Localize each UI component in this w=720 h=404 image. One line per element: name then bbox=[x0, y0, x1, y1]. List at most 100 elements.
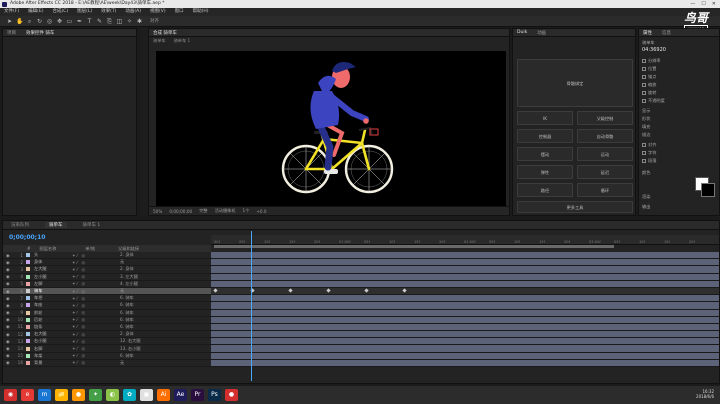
layer-switches[interactable]: ✦ ⁄ ◎ bbox=[72, 303, 120, 308]
taskbar-app-icon[interactable]: ● bbox=[72, 389, 85, 401]
panel-divider[interactable] bbox=[140, 28, 148, 216]
layer-row[interactable]: ◉ 7 车把 ✦ ⁄ ◎ 6. 骑车 bbox=[3, 295, 211, 303]
menu-animation[interactable]: 动画(A) bbox=[125, 8, 141, 16]
layer-row[interactable]: ◉ 15 车架 ✦ ⁄ ◎ 6. 骑车 bbox=[3, 353, 211, 360]
keyframe[interactable] bbox=[326, 288, 331, 294]
layer-row[interactable]: ◉ 13 右小腿 ✦ ⁄ ◎ 12. 右大腿 bbox=[3, 338, 211, 346]
layer-name[interactable]: 车把 bbox=[34, 295, 72, 301]
tab-render-queue[interactable]: 渲染队列 bbox=[11, 222, 29, 228]
layer-label-color[interactable] bbox=[26, 339, 30, 344]
keyframe[interactable] bbox=[288, 288, 293, 294]
comp-breadcrumb-item[interactable]: 骑单车 1 bbox=[174, 38, 191, 46]
keyframe[interactable] bbox=[364, 288, 369, 294]
prop-row[interactable]: 位置 bbox=[642, 65, 718, 72]
menu-file[interactable]: 文件(F) bbox=[4, 8, 19, 16]
layer-switches[interactable]: ✦ ⁄ ◎ bbox=[72, 346, 120, 351]
taskbar-app-icon[interactable]: Ps bbox=[208, 389, 221, 401]
layer-label-color[interactable] bbox=[26, 253, 30, 258]
path-button[interactable]: 路径 bbox=[517, 183, 573, 197]
views-select[interactable]: 1个 bbox=[243, 208, 250, 214]
timeline-track-area[interactable]: 00f 05f 10f 15f 20f 01:00f 05f 10f 15f 20f 02:00f 0… bbox=[211, 231, 719, 383]
taskbar-app-icon[interactable]: ▣ bbox=[140, 389, 153, 401]
more-tools-button[interactable]: 更多工具 bbox=[517, 201, 633, 213]
parent-select[interactable]: 无 bbox=[120, 360, 154, 366]
layer-label-color[interactable] bbox=[26, 267, 30, 272]
prop-row[interactable]: 缩放 bbox=[642, 81, 718, 88]
layer-duration-bar[interactable] bbox=[211, 345, 719, 353]
prop-row[interactable]: 形状 bbox=[642, 115, 718, 122]
parent-select[interactable]: 6. 骑车 bbox=[120, 324, 154, 330]
layer-switches[interactable]: ✦ ⁄ ◎ bbox=[72, 274, 120, 279]
layer-row[interactable]: ◉ 4 左小腿 ✦ ⁄ ◎ 3. 左大腿 bbox=[3, 274, 211, 281]
rectangle-tool-icon[interactable]: ▭ bbox=[66, 18, 73, 25]
layer-name[interactable]: 链条 bbox=[34, 324, 72, 330]
layer-switches[interactable]: ✦ ⁄ ◎ bbox=[72, 360, 120, 365]
maximize-button[interactable]: ☐ bbox=[701, 0, 705, 8]
parent-select[interactable]: 2. 身体 bbox=[120, 331, 154, 337]
prop-row[interactable]: 分辨率 bbox=[642, 57, 718, 64]
parent-select[interactable]: 6. 骑车 bbox=[120, 310, 154, 316]
parent-select[interactable]: 无 bbox=[120, 259, 154, 265]
current-time-indicator[interactable] bbox=[251, 231, 252, 381]
ik-button[interactable]: IK bbox=[517, 111, 573, 125]
layer-label-color[interactable] bbox=[26, 296, 30, 301]
layer-label-color[interactable] bbox=[26, 289, 30, 294]
layer-row[interactable]: ◉ 11 链条 ✦ ⁄ ◎ 6. 骑车 bbox=[3, 324, 211, 332]
prop-row[interactable]: 段落 bbox=[642, 157, 718, 164]
parent-select[interactable]: 12. 右大腿 bbox=[120, 338, 154, 344]
layer-switches[interactable]: ✦ ⁄ ◎ bbox=[72, 267, 120, 272]
taskbar-app-icon[interactable]: e bbox=[21, 389, 34, 401]
resolution-select[interactable]: 完整 bbox=[199, 208, 207, 214]
prop-row[interactable]: 输出 bbox=[642, 203, 718, 210]
layer-label-color[interactable] bbox=[26, 317, 30, 322]
prop-row[interactable]: 渲染 bbox=[642, 193, 718, 200]
layer-switches[interactable]: ✦ ⁄ ◎ bbox=[72, 317, 120, 322]
layer-name[interactable]: 后轮 bbox=[34, 317, 72, 323]
layer-name[interactable]: 右小腿 bbox=[34, 338, 72, 344]
layer-label-color[interactable] bbox=[26, 281, 30, 286]
layer-duration-bar[interactable] bbox=[211, 295, 719, 303]
layer-duration-bar[interactable] bbox=[211, 266, 719, 274]
layer-switches[interactable]: ✦ ⁄ ◎ bbox=[72, 353, 120, 358]
layer-name[interactable]: 骑车 bbox=[34, 288, 72, 294]
hand-tool-icon[interactable]: ✋ bbox=[16, 18, 23, 25]
layer-duration-bar[interactable] bbox=[211, 309, 719, 317]
loop-button[interactable]: 循环 bbox=[577, 183, 633, 197]
layer-row[interactable]: ◉ 16 背景 ✦ ⁄ ◎ 无 bbox=[3, 360, 211, 367]
layer-switches[interactable]: ✦ ⁄ ◎ bbox=[72, 296, 120, 301]
minimize-button[interactable]: — bbox=[690, 0, 695, 8]
parent-select[interactable]: 6. 骑车 bbox=[120, 353, 154, 359]
tab-timeline-comp-2[interactable]: 骑单车 1 bbox=[83, 222, 101, 228]
work-area-bar[interactable] bbox=[214, 245, 614, 248]
delay-button[interactable]: 延迟 bbox=[577, 165, 633, 179]
prop-row[interactable]: 描边 bbox=[642, 131, 718, 138]
motion-button[interactable]: 运动 bbox=[577, 147, 633, 161]
roto-tool-icon[interactable]: ✧ bbox=[126, 18, 133, 25]
camera-tool-icon[interactable]: ◎ bbox=[46, 18, 53, 25]
layer-switches[interactable]: ✦ ⁄ ◎ bbox=[72, 324, 120, 329]
parent-select[interactable]: 13. 右小腿 bbox=[120, 346, 154, 352]
layer-name[interactable]: 前轮 bbox=[34, 310, 72, 316]
camera-select[interactable]: 活动摄像机 bbox=[215, 208, 236, 214]
layer-row[interactable]: ◉ 1 头 ✦ ⁄ ◎ 2. 身体 bbox=[3, 252, 211, 260]
layer-label-color[interactable] bbox=[26, 324, 30, 329]
exposure-value[interactable]: +0.0 bbox=[256, 209, 266, 214]
layer-duration-bar[interactable] bbox=[211, 359, 719, 367]
composition-viewer[interactable] bbox=[156, 51, 506, 206]
layer-switches[interactable]: ✦ ⁄ ◎ bbox=[72, 339, 120, 344]
layer-name[interactable]: 头 bbox=[34, 252, 72, 258]
layer-label-color[interactable] bbox=[26, 346, 30, 351]
rotate-tool-icon[interactable]: ↻ bbox=[36, 18, 43, 25]
parent-select[interactable]: 2. 身体 bbox=[120, 266, 154, 272]
puppet-tool-icon[interactable]: ✱ bbox=[136, 18, 143, 25]
prop-row[interactable]: 锚点 bbox=[642, 73, 718, 80]
menu-help[interactable]: 帮助(H) bbox=[193, 8, 209, 16]
rig-button[interactable]: 骨骼绑定 bbox=[517, 59, 633, 107]
layer-duration-bar[interactable] bbox=[211, 352, 719, 360]
taskbar-app-icon[interactable]: 📁 bbox=[55, 389, 68, 401]
taskbar-app-icon[interactable]: ◉ bbox=[4, 389, 17, 401]
layer-label-color[interactable] bbox=[26, 353, 30, 358]
layer-duration-bar[interactable] bbox=[211, 302, 719, 310]
parent-select[interactable]: 3. 左大腿 bbox=[120, 274, 154, 280]
parent-select[interactable]: 6. 骑车 bbox=[120, 317, 154, 323]
